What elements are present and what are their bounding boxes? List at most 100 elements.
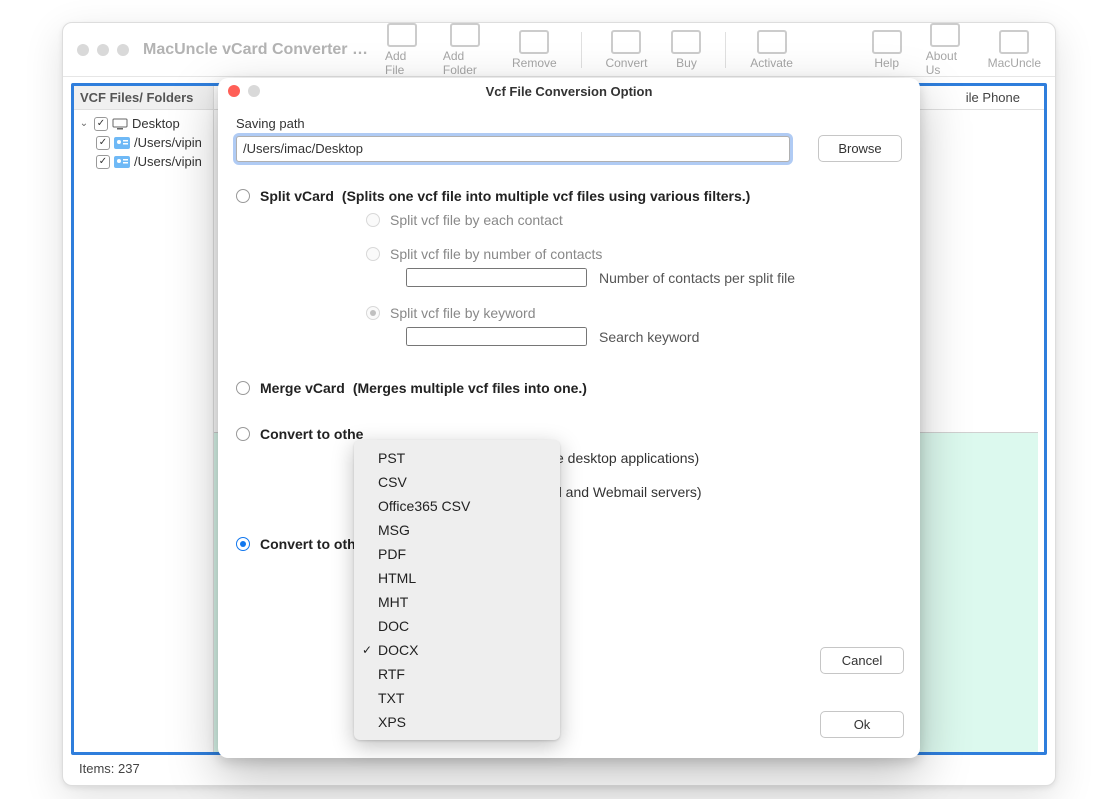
vcard-icon [114,156,130,168]
conversion-options-dialog: Vcf File Conversion Option Saving path B… [218,78,920,758]
split-vcard-option[interactable]: Split vCard (Splits one vcf file into mu… [236,188,902,204]
cart-icon [671,30,701,54]
dropdown-item[interactable]: CSV [354,470,560,494]
tree-node-root[interactable]: ⌄ Desktop [74,114,213,133]
split-label: Split vCard [260,188,334,204]
buy-label: Buy [676,56,697,70]
radio-icon[interactable] [236,427,250,441]
dropdown-item[interactable]: MHT [354,590,560,614]
convert-b-label: Convert to othe [260,536,363,552]
radio-icon[interactable] [236,381,250,395]
convert-other-a-option[interactable]: Convert to othe [236,426,902,442]
radio-icon[interactable] [236,189,250,203]
format-dropdown[interactable]: PSTCSVOffice365 CSVMSGPDFHTMLMHTDOCDOCXR… [354,440,560,740]
split-by-each-label: Split vcf file by each contact [390,212,563,228]
help-icon [872,30,902,54]
vcard-icon [114,137,130,149]
info-icon [930,23,960,47]
browse-button[interactable]: Browse [818,135,902,162]
tree: ⌄ Desktop /Users/vipin /Users/vipin [74,110,213,175]
buy-button[interactable]: Buy [671,30,701,70]
tree-node-label: Desktop [132,116,180,131]
radio-icon [366,213,380,227]
search-keyword-input[interactable] [406,327,587,346]
split-number-field: Number of contacts per split file [406,268,902,287]
tree-node-label: /Users/vipin [134,135,202,150]
dialog-traffic-lights [228,85,260,97]
checkbox[interactable] [96,155,110,169]
close-icon[interactable] [228,85,240,97]
brand-button[interactable]: MacUncle [988,30,1041,70]
close-icon[interactable] [77,44,89,56]
merge-vcard-option[interactable]: Merge vCard (Merges multiple vcf files i… [236,380,902,396]
tree-node-item[interactable]: /Users/vipin [74,133,213,152]
dropdown-item[interactable]: Office365 CSV [354,494,560,518]
dropdown-item[interactable]: DOC [354,614,560,638]
remove-label: Remove [512,56,557,70]
save-icon [611,30,641,54]
add-folder-button[interactable]: Add Folder [443,23,488,77]
chevron-down-icon[interactable]: ⌄ [78,118,90,129]
activate-label: Activate [750,56,793,70]
about-button[interactable]: About Us [926,23,964,77]
add-file-label: Add File [385,49,419,77]
split-by-keyword-label: Split vcf file by keyword [390,305,536,321]
radio-icon [366,247,380,261]
tree-node-label: /Users/vipin [134,154,202,169]
saving-path-input[interactable] [236,136,790,162]
dialog-title: Vcf File Conversion Option [486,84,653,99]
dropdown-item[interactable]: MSG [354,518,560,542]
dropdown-item[interactable]: XPS [354,710,560,734]
traffic-lights [77,44,129,56]
about-label: About Us [926,49,964,77]
split-desc: (Splits one vcf file into multiple vcf f… [342,188,750,204]
dropdown-item[interactable]: TXT [354,686,560,710]
dropdown-item[interactable]: PST [354,446,560,470]
tree-node-item[interactable]: /Users/vipin [74,152,213,171]
help-label: Help [874,56,899,70]
window-title: MacUncle vCard Converter v1.0.... [143,41,373,59]
split-by-number-label: Split vcf file by number of contacts [390,246,602,262]
merge-desc: (Merges multiple vcf files into one.) [353,380,587,396]
brand-label: MacUncle [988,56,1041,70]
help-button[interactable]: Help [872,30,902,70]
cancel-button[interactable]: Cancel [820,647,904,674]
minimize-icon [248,85,260,97]
minimize-icon[interactable] [97,44,109,56]
radio-icon[interactable] [236,537,250,551]
dropdown-item[interactable]: HTML [354,566,560,590]
dropdown-item[interactable]: PDF [354,542,560,566]
sidebar: VCF Files/ Folders ⌄ Desktop /Users/vipi… [74,86,214,752]
toolbar-separator [581,32,582,68]
contacts-per-file-label: Number of contacts per split file [599,270,795,286]
toolbar-separator [725,32,726,68]
search-keyword-label: Search keyword [599,329,699,345]
activate-button[interactable]: Activate [750,30,793,70]
convert-button[interactable]: Convert [605,30,647,70]
contacts-per-file-input[interactable] [406,268,587,287]
column-header: ile Phone [966,90,1020,105]
item-count: Items: 237 [79,761,140,776]
convert-a-tail-a: e desktop applications) [556,450,902,466]
zoom-icon[interactable] [117,44,129,56]
desktop-icon [112,118,128,130]
split-by-keyword-option: Split vcf file by keyword [366,305,902,321]
dialog-titlebar: Vcf File Conversion Option [218,78,920,104]
dropdown-item[interactable]: RTF [354,662,560,686]
dropdown-item[interactable]: DOCX [354,638,560,662]
merge-label: Merge vCard [260,380,345,396]
status-bar: Items: 237 [71,755,1047,781]
checkbox[interactable] [94,117,108,131]
ok-button[interactable]: Ok [820,711,904,738]
checkbox[interactable] [96,136,110,150]
folder-plus-icon [450,23,480,47]
add-file-button[interactable]: Add File [385,23,419,77]
convert-a-tail-b: d and Webmail servers) [554,484,902,500]
convert-other-b-option[interactable]: Convert to othe [236,536,902,552]
convert-label: Convert [605,56,647,70]
convert-a-label: Convert to othe [260,426,363,442]
split-by-each-option: Split vcf file by each contact [366,212,902,228]
remove-button[interactable]: Remove [512,30,557,70]
add-folder-label: Add Folder [443,49,488,77]
trash-icon [519,30,549,54]
